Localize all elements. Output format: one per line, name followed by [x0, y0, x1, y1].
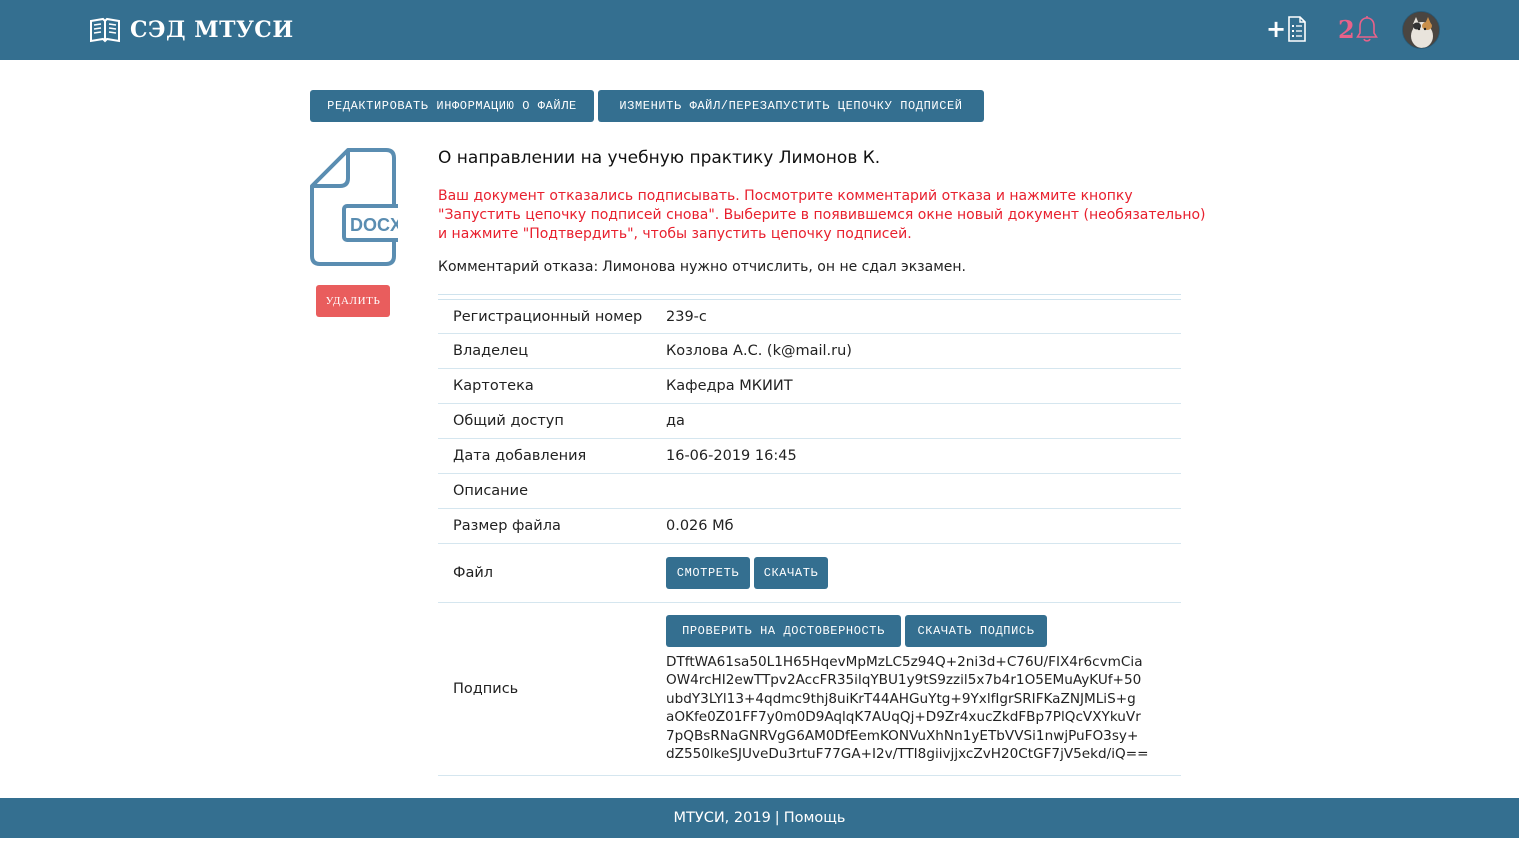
open-book-icon	[90, 17, 120, 43]
table-row: Дата добавления 16-06-2019 16:45	[438, 439, 1181, 474]
table-row: Размер файла 0.026 Мб	[438, 509, 1181, 544]
warning-line: Ваш документ отказались подписывать. Пос…	[438, 188, 1133, 204]
signature-line: ubdY3LYl13+4qdmc9thj8uiKrT44AHGuYtg+9Yxl…	[666, 690, 1136, 707]
row-value: Кафедра МКИИТ	[666, 378, 793, 394]
row-key: Размер файла	[453, 518, 561, 534]
app-title: СЭД МТУСИ	[130, 17, 294, 43]
row-value: да	[666, 413, 685, 429]
table-row: Владелец Козлова А.С. (k@mail.ru)	[438, 334, 1181, 369]
view-file-button[interactable]: СМОТРЕТЬ	[666, 556, 750, 589]
rejection-warning: Ваш документ отказались подписывать. Пос…	[438, 187, 1208, 244]
user-avatar[interactable]	[1402, 11, 1440, 49]
download-file-button[interactable]: СКАЧАТЬ	[754, 556, 828, 589]
add-document-button[interactable]: +	[1266, 15, 1307, 43]
warning-line: и нажмите "Подтвердить", чтобы запустить…	[438, 226, 912, 242]
docx-file-icon: DOCX	[310, 148, 398, 266]
row-value: 239-с	[666, 308, 707, 325]
row-key: Файл	[453, 565, 494, 581]
plus-icon: +	[1266, 15, 1287, 43]
table-row: Регистрационный номер 239-с	[438, 300, 1181, 334]
table-row: Описание	[438, 474, 1181, 509]
row-key: Дата добавления	[453, 448, 587, 464]
signature-row: Подпись ПРОВЕРИТЬ НА ДОСТОВЕРНОСТЬ СКАЧА…	[438, 603, 1181, 776]
change-file-restart-chain-button[interactable]: ИЗМЕНИТЬ ФАЙЛ/ПЕРЕЗАПУСТИТЬ ЦЕПОЧКУ ПОДП…	[598, 90, 984, 122]
notifications-button[interactable]: 2	[1338, 14, 1378, 44]
table-row: Общий доступ да	[438, 404, 1181, 439]
signature-line: aOKfe0Z01FF7y0m0D9AqlqK7AUqQj+D9Zr4xucZk…	[666, 709, 1141, 726]
file-ext-label: DOCX	[350, 215, 398, 235]
signature-value: DTftWA61sa50L1H65HqevMpMzLC5z94Q+2ni3d+C…	[666, 653, 1186, 765]
row-key: Общий доступ	[453, 413, 564, 429]
warning-line: "Запустить цепочку подписей снова". Выбе…	[438, 207, 1206, 223]
row-key: Описание	[453, 483, 528, 499]
delete-button[interactable]: УДАЛИТЬ	[316, 285, 390, 317]
signature-line: dZ550lkeSJUveDu3rtuF77GA+I2v/TTI8giivjjx…	[666, 746, 1149, 763]
file-info-table: Регистрационный номер 239-с Владелец Коз…	[438, 294, 1181, 776]
cat-photo	[1403, 12, 1439, 48]
row-key: Регистрационный номер	[453, 308, 643, 325]
footer-copyright: МТУСИ, 2019	[673, 810, 771, 826]
row-key: Подпись	[453, 681, 519, 697]
brand-link[interactable]: СЭД МТУСИ	[89, 13, 294, 47]
row-value: Козлова А.С. (k@mail.ru)	[666, 343, 852, 359]
document-title: О направлении на учебную практику Лимоно…	[438, 148, 881, 168]
verify-signature-button[interactable]: ПРОВЕРИТЬ НА ДОСТОВЕРНОСТЬ	[666, 614, 901, 647]
footer: МТУСИ, 2019 | Помощь	[0, 798, 1519, 838]
edit-file-info-button[interactable]: РЕДАКТИРОВАТЬ ИНФОРМАЦИЮ О ФАЙЛЕ	[310, 90, 594, 122]
row-value: 0.026 Мб	[666, 518, 734, 534]
row-key: Картотека	[453, 378, 534, 394]
help-link[interactable]: Помощь	[784, 810, 846, 826]
comment-label: Комментарий отказа:	[438, 259, 599, 275]
bell-icon	[1355, 16, 1378, 42]
row-value: 16-06-2019 16:45	[666, 448, 797, 464]
document-list-icon	[1288, 16, 1306, 42]
row-key: Владелец	[453, 343, 529, 359]
signature-line: 7pQBsRNaGNRVgG6AM0DfEemKONVuXhNn1yETbVVS…	[666, 727, 1139, 744]
comment-text: Лимонова нужно отчислить, он не сдал экз…	[602, 259, 966, 275]
notification-count: 2	[1338, 14, 1355, 44]
top-navbar: СЭД МТУСИ + 2	[0, 0, 1519, 60]
signature-line: DTftWA61sa50L1H65HqevMpMzLC5z94Q+2ni3d+C…	[666, 653, 1143, 670]
signature-line: OW4rcHI2ewTTpv2AccFR35ilqYBU1y9tS9zzil5x…	[666, 672, 1142, 689]
table-row: Картотека Кафедра МКИИТ	[438, 369, 1181, 404]
footer-separator: |	[774, 810, 780, 826]
rejection-comment: Комментарий отказа: Лимонова нужно отчисл…	[438, 259, 966, 275]
file-row: Файл СМОТРЕТЬ СКАЧАТЬ	[438, 544, 1181, 603]
download-signature-button[interactable]: СКАЧАТЬ ПОДПИСЬ	[905, 614, 1047, 647]
